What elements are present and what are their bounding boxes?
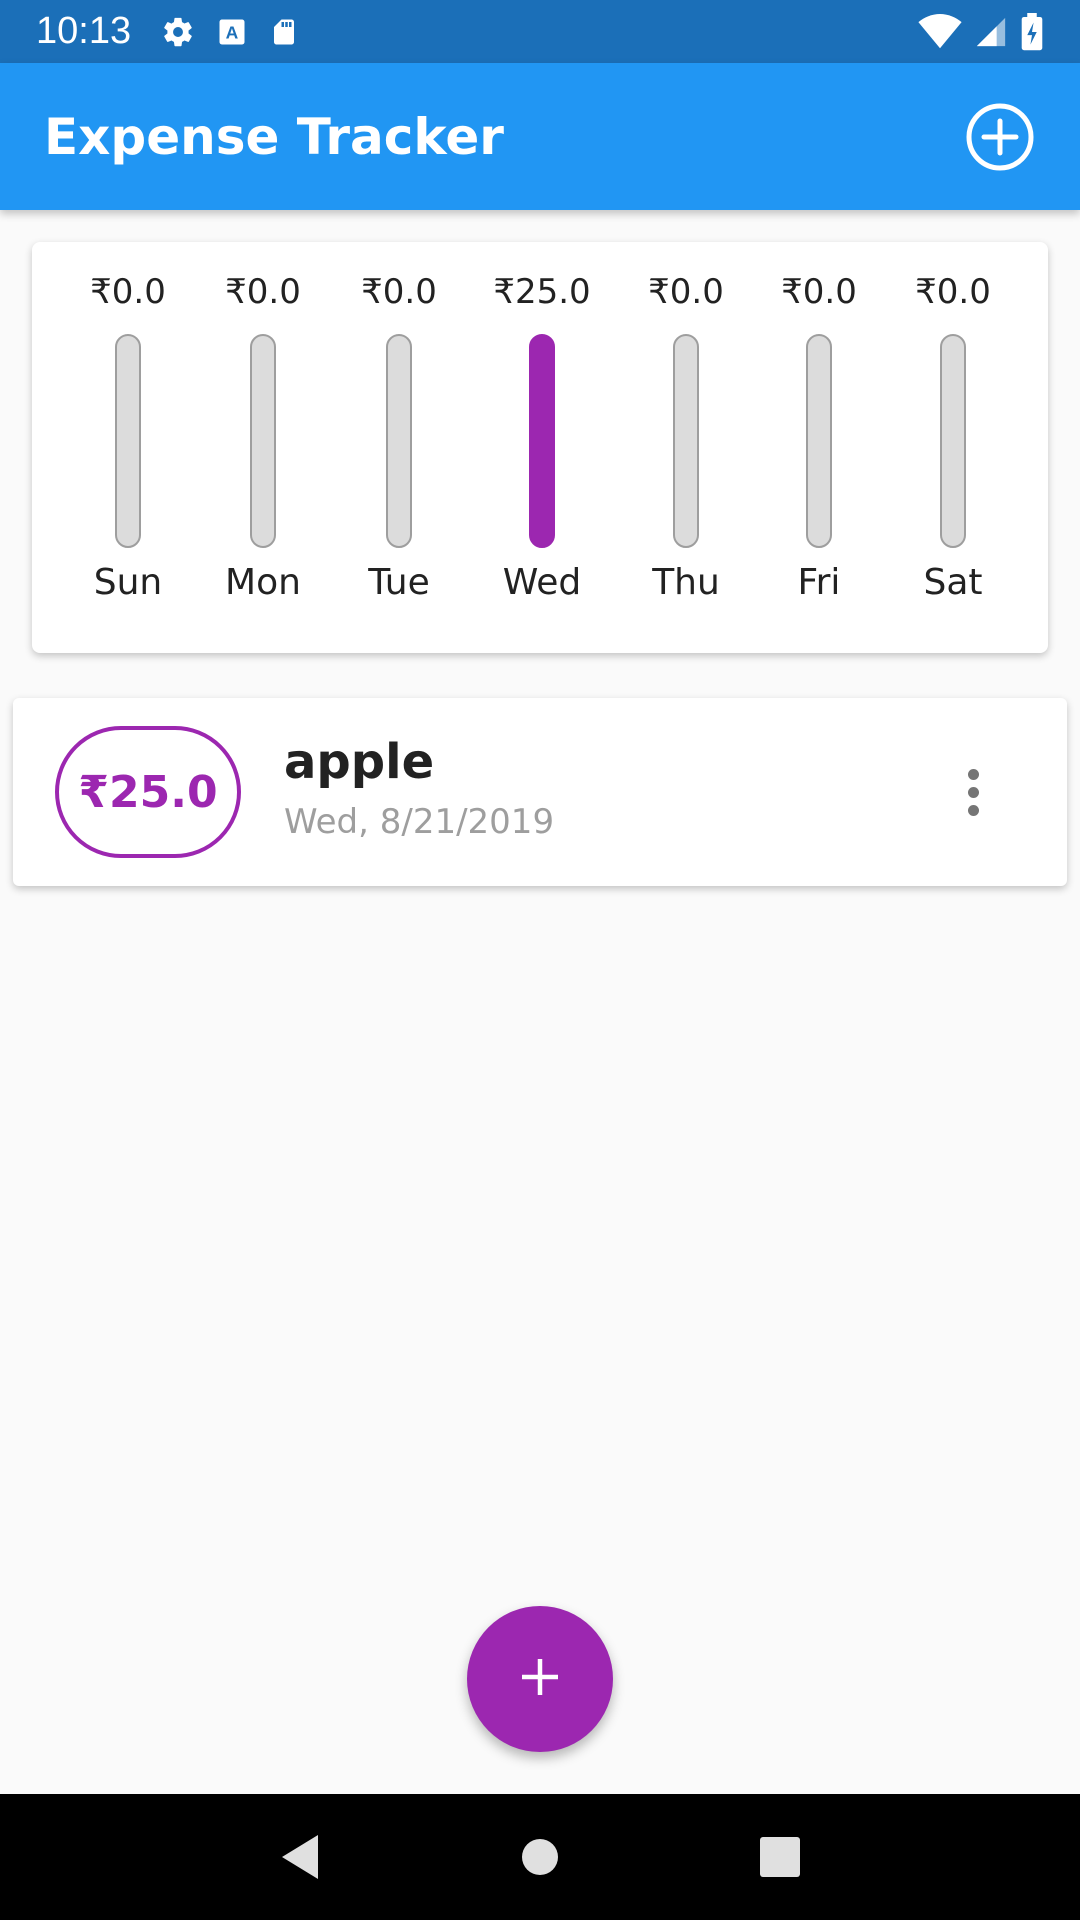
day-name-label: Mon (225, 562, 301, 603)
battery-charging-icon (1020, 12, 1044, 51)
day-name-label: Thu (652, 562, 720, 603)
day-bar-track (115, 334, 141, 548)
transaction-amount-badge: ₹25.0 (55, 726, 241, 858)
day-amount-label: ₹0.0 (781, 272, 857, 312)
day-amount-label: ₹0.0 (648, 272, 724, 312)
day-name-label: Sat (923, 562, 983, 603)
day-bar-track (250, 334, 276, 548)
back-triangle-icon[interactable] (255, 1812, 345, 1902)
chart-day-thu: ₹0.0 Thu (616, 242, 756, 653)
chart-day-mon: ₹0.0 Mon (193, 242, 333, 653)
transaction-title: apple (284, 734, 435, 790)
day-name-label: Wed (502, 562, 582, 603)
sd-card-icon (269, 16, 299, 48)
chart-day-tue: ₹0.0 Tue (329, 242, 469, 653)
home-circle-icon[interactable] (495, 1812, 585, 1902)
plus-icon (517, 1654, 563, 1704)
chart-day-sat: ₹0.0 Sat (883, 242, 1023, 653)
status-time: 10:13 (36, 10, 132, 52)
wifi-icon (918, 13, 962, 50)
day-name-label: Tue (368, 562, 430, 603)
chart-day-sun: ₹0.0 Sun (58, 242, 198, 653)
day-bar-fill (531, 336, 553, 546)
add-transaction-fab[interactable] (467, 1606, 613, 1752)
signal-icon (974, 15, 1008, 49)
day-name-label: Sun (93, 562, 163, 603)
day-amount-label: ₹25.0 (493, 272, 591, 312)
app-bar: Expense Tracker (0, 63, 1080, 210)
day-bar-track (386, 334, 412, 548)
add-circle-outline-icon[interactable] (964, 101, 1036, 173)
more-vert-icon[interactable] (943, 756, 1003, 828)
day-bar-track (673, 334, 699, 548)
day-bar-track (806, 334, 832, 548)
chart-day-fri: ₹0.0 Fri (749, 242, 889, 653)
keyboard-a-icon: A (217, 17, 247, 47)
gear-icon (161, 15, 195, 49)
day-amount-label: ₹0.0 (915, 272, 991, 312)
status-bar: 10:13 A (0, 0, 1080, 63)
list-item[interactable]: ₹25.0 apple Wed, 8/21/2019 (13, 698, 1067, 886)
svg-text:A: A (226, 22, 239, 42)
day-amount-label: ₹0.0 (361, 272, 437, 312)
day-name-label: Fri (797, 562, 841, 603)
status-notification-icons: A (161, 15, 299, 49)
system-nav-bar (0, 1794, 1080, 1920)
app-title: Expense Tracker (44, 107, 504, 166)
recents-square-icon[interactable] (735, 1812, 825, 1902)
day-bar-track (940, 334, 966, 548)
chart-day-wed: ₹25.0 Wed (472, 242, 612, 653)
day-amount-label: ₹0.0 (90, 272, 166, 312)
weekly-chart-card: ₹0.0 Sun ₹0.0 Mon ₹0.0 Tue ₹25.0 Wed ₹0.0 Thu ₹0.0… (32, 242, 1048, 653)
day-bar-track (529, 334, 555, 548)
status-system-icons (918, 12, 1044, 51)
transaction-date: Wed, 8/21/2019 (284, 802, 555, 842)
day-amount-label: ₹0.0 (225, 272, 301, 312)
